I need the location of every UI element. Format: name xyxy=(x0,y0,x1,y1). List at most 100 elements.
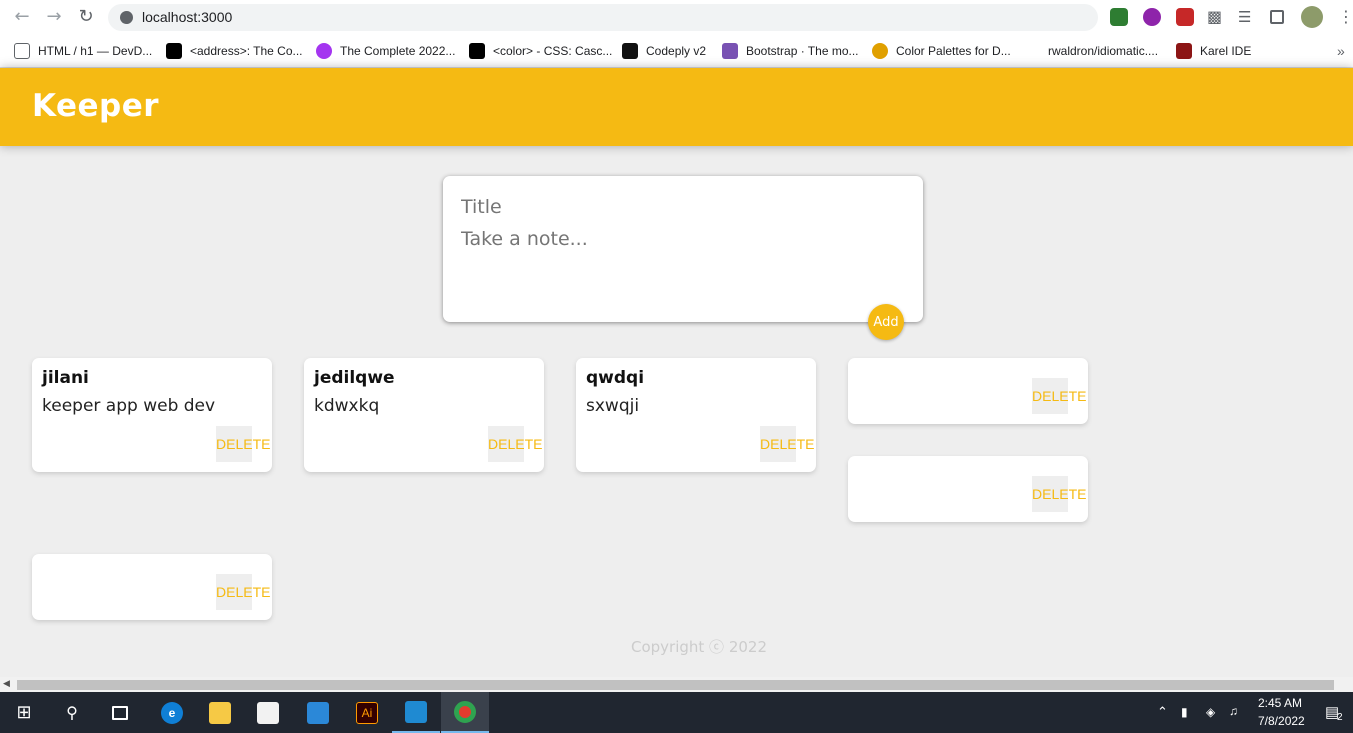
note-title: jilani xyxy=(42,368,89,388)
mdn-icon xyxy=(166,43,182,59)
delete-label: DELETE xyxy=(1032,388,1087,404)
codeply-icon xyxy=(622,43,638,59)
scroll-left-icon[interactable]: ◀ xyxy=(3,679,10,689)
note-card: DELETE xyxy=(848,456,1088,522)
wifi-icon[interactable]: ◈ xyxy=(1206,705,1215,719)
bookmark-item[interactable]: Karel IDE xyxy=(1176,42,1251,60)
app-header: Keeper xyxy=(0,68,1353,146)
app-title: Keeper xyxy=(32,88,160,124)
address-bar[interactable]: localhost:3000 xyxy=(108,4,1098,31)
bookmark-label: Codeply v2 xyxy=(646,44,707,58)
delete-button[interactable]: DELETE xyxy=(760,426,814,462)
bookmark-label: HTML / h1 — DevD... xyxy=(38,44,153,58)
menu-icon[interactable]: ⋮ xyxy=(1338,8,1353,26)
envelope-icon xyxy=(307,701,329,724)
delete-button[interactable]: DELETE xyxy=(1032,476,1086,512)
vscode-icon[interactable] xyxy=(392,692,440,733)
browser-toolbar: ← → ↻ localhost:3000 ▩ ☰ ⋮ xyxy=(0,0,1353,34)
title-input[interactable] xyxy=(461,196,901,218)
extension-icon[interactable] xyxy=(1176,8,1194,26)
folder-icon xyxy=(209,701,231,724)
bookmark-label: <color> - CSS: Casc... xyxy=(493,44,613,58)
start-icon[interactable]: ⊞ xyxy=(0,692,48,733)
note-content: keeper app web dev xyxy=(42,396,216,416)
taskbar: ⊞ ⚲ e Ai ⌃ ▮ ◈ ♫ 2:45 AM 7/8/2022 ▤ 2 xyxy=(0,692,1353,733)
media-icon[interactable]: ☰ xyxy=(1238,8,1256,26)
edge-logo-icon: e xyxy=(161,701,183,724)
clock-date[interactable]: 7/8/2022 xyxy=(1258,714,1305,728)
clock-time[interactable]: 2:45 AM xyxy=(1258,696,1302,710)
bookmark-label: Bootstrap · The mo... xyxy=(746,44,859,58)
horizontal-scrollbar[interactable]: ◀ xyxy=(0,677,1353,692)
palette-icon xyxy=(872,43,888,59)
windows-logo-icon: ⊞ xyxy=(16,702,32,722)
delete-button[interactable]: DELETE xyxy=(488,426,542,462)
illustrator-logo-icon: Ai xyxy=(356,701,378,724)
note-card: DELETE xyxy=(32,554,272,620)
vscode-logo-icon xyxy=(405,700,427,723)
reload-icon[interactable]: ↻ xyxy=(76,7,96,27)
chevron-up-icon[interactable]: ⌃ xyxy=(1157,704,1168,720)
bookmark-item[interactable]: Codeply v2 xyxy=(622,42,706,60)
delete-button[interactable]: DELETE xyxy=(216,426,270,462)
bookmark-item[interactable]: <address>: The Co... xyxy=(166,42,303,60)
scrollbar-thumb[interactable] xyxy=(17,680,1334,690)
magnifier-icon: ⚲ xyxy=(66,704,78,722)
avatar[interactable] xyxy=(1301,6,1323,28)
illustrator-icon[interactable]: Ai xyxy=(343,692,391,733)
volume-icon[interactable]: ♫ xyxy=(1229,704,1238,718)
bookmarks-bar: HTML / h1 — DevD... <address>: The Co...… xyxy=(0,34,1353,68)
note-title: jedilqwe xyxy=(314,368,395,388)
side-panel-icon[interactable] xyxy=(1270,10,1284,24)
more-bookmarks-icon[interactable]: » xyxy=(1337,42,1345,60)
add-note-button[interactable]: Add xyxy=(868,304,904,340)
note-content: kdwxkq xyxy=(314,396,380,416)
delete-label: DELETE xyxy=(488,436,543,452)
note-title: qwdqi xyxy=(586,368,645,388)
bookmark-label: rwaldron/idiomatic.... xyxy=(1048,44,1159,58)
task-view-glyph-icon xyxy=(112,705,128,720)
blank-page-icon xyxy=(1024,43,1040,59)
file-explorer-icon[interactable] xyxy=(196,692,244,733)
task-view-icon[interactable] xyxy=(96,692,144,733)
extension-icon[interactable] xyxy=(1110,8,1128,26)
back-icon[interactable]: ← xyxy=(12,7,32,27)
bookmark-item[interactable]: rwaldron/idiomatic.... xyxy=(1024,42,1158,60)
note-card: DELETE xyxy=(848,358,1088,424)
delete-label: DELETE xyxy=(1032,486,1087,502)
search-icon[interactable]: ⚲ xyxy=(48,692,96,733)
note-card: jilani keeper app web dev DELETE xyxy=(32,358,272,472)
bookmark-item[interactable]: Bootstrap · The mo... xyxy=(722,42,859,60)
note-card: qwdqi sxwqji DELETE xyxy=(576,358,816,472)
bookmark-label: <address>: The Co... xyxy=(190,44,303,58)
mail-icon[interactable] xyxy=(294,692,342,733)
edge-icon[interactable]: e xyxy=(148,692,196,733)
search-page-icon xyxy=(14,43,30,59)
bookmark-item[interactable]: HTML / h1 — DevD... xyxy=(14,42,152,60)
bookmark-item[interactable]: <color> - CSS: Casc... xyxy=(469,42,612,60)
store-icon[interactable] xyxy=(244,692,292,733)
footer: Copyright ⓒ 2022 xyxy=(0,636,1353,657)
delete-label: DELETE xyxy=(760,436,815,452)
mdn-icon xyxy=(469,43,485,59)
forward-icon[interactable]: → xyxy=(44,7,64,27)
bookmark-item[interactable]: The Complete 2022... xyxy=(316,42,455,60)
delete-label: DELETE xyxy=(216,436,271,452)
bookmark-item[interactable]: Color Palettes for D... xyxy=(872,42,1011,60)
chrome-logo-icon xyxy=(454,700,476,723)
note-content-input[interactable] xyxy=(461,228,901,308)
url-text[interactable]: localhost:3000 xyxy=(142,9,232,25)
copyright-text: Copyright ⓒ 2022 xyxy=(630,638,767,656)
delete-button[interactable]: DELETE xyxy=(1032,378,1086,414)
stanford-icon xyxy=(1176,43,1192,59)
delete-label: DELETE xyxy=(216,584,271,600)
site-info-icon[interactable] xyxy=(120,11,133,24)
bookmark-label: Color Palettes for D... xyxy=(896,44,1011,58)
delete-button[interactable]: DELETE xyxy=(216,574,270,610)
chrome-icon[interactable] xyxy=(441,692,489,733)
bootstrap-icon xyxy=(722,43,738,59)
puzzle-icon[interactable]: ▩ xyxy=(1207,8,1225,26)
create-note-form xyxy=(443,176,923,322)
extension-icon[interactable] xyxy=(1143,8,1161,26)
battery-icon[interactable]: ▮ xyxy=(1181,705,1188,719)
